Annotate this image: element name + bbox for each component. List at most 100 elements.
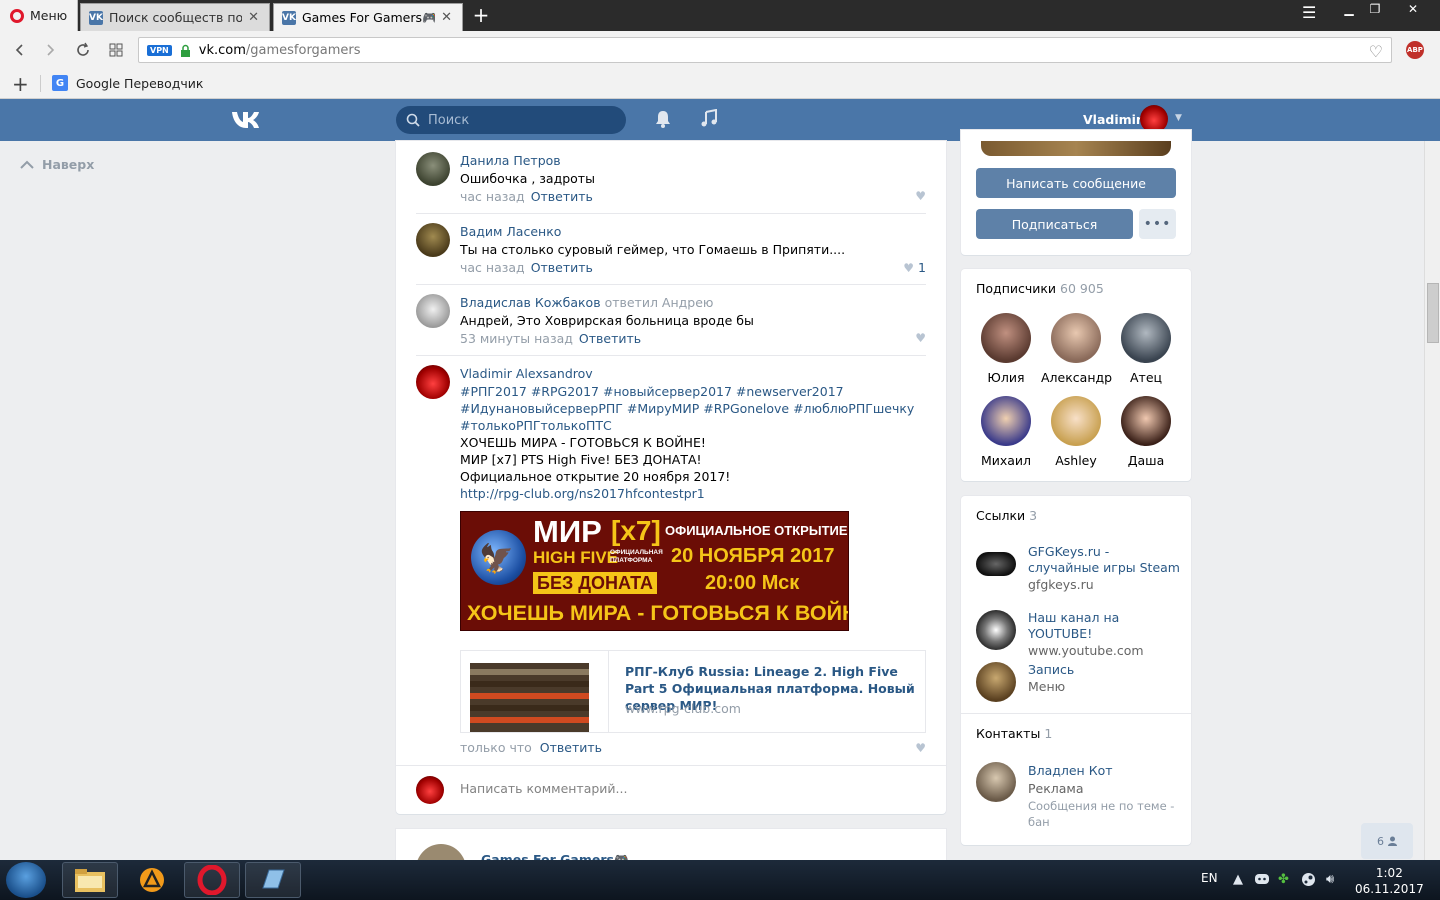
link-avatar[interactable] bbox=[976, 662, 1016, 702]
reply-link[interactable]: Ответить bbox=[531, 260, 593, 275]
show-hidden-icons-icon[interactable]: ▲ bbox=[1233, 872, 1243, 887]
like-button[interactable]: ♥ bbox=[915, 189, 926, 203]
maximize-icon[interactable]: ❐ bbox=[1362, 0, 1388, 18]
minimize-icon[interactable]: ▁ bbox=[1336, 0, 1362, 18]
subscriber-avatar[interactable] bbox=[981, 313, 1031, 363]
close-tab-icon[interactable]: ✕ bbox=[441, 10, 452, 25]
opera-menu-button[interactable]: Меню bbox=[0, 0, 78, 31]
lock-icon[interactable] bbox=[180, 44, 191, 57]
subscriber-item[interactable]: Атец bbox=[1111, 313, 1181, 385]
tab-menu-icon[interactable]: ☰ bbox=[1302, 3, 1316, 22]
reply-link[interactable]: Ответить bbox=[540, 740, 602, 755]
link-item[interactable]: GFGKeys.ru - случайные игры Steam gfgkey… bbox=[976, 544, 1181, 594]
link-preview-card[interactable]: РПГ-Клуб Russia: Lineage 2. High Five Pa… bbox=[460, 650, 926, 733]
link-thumbnail[interactable] bbox=[461, 651, 609, 732]
subscriber-avatar[interactable] bbox=[1121, 313, 1171, 363]
scroll-to-top-button[interactable]: Наверх bbox=[20, 157, 94, 172]
adblock-icon[interactable]: ABP bbox=[1406, 41, 1424, 59]
subscriber-item[interactable]: Михаил bbox=[971, 396, 1041, 468]
back-icon[interactable] bbox=[10, 40, 30, 60]
subscriber-avatar[interactable] bbox=[1121, 396, 1171, 446]
vpn-badge[interactable]: VPN bbox=[147, 44, 172, 56]
windows-start-icon[interactable] bbox=[6, 862, 46, 898]
subscriber-name[interactable]: Даша bbox=[1111, 453, 1181, 468]
comment-time[interactable]: час назад bbox=[460, 260, 525, 275]
like-button[interactable]: ♥ bbox=[915, 331, 926, 345]
taskbar-explorer[interactable] bbox=[62, 862, 118, 898]
vk-search[interactable] bbox=[396, 106, 626, 134]
subscriber-item[interactable]: Ashley bbox=[1041, 396, 1111, 468]
online-friends-button[interactable]: 6 bbox=[1361, 823, 1413, 859]
link-item[interactable]: Запись Меню bbox=[976, 662, 1181, 702]
tab-community-search[interactable]: VK Поиск сообществ по зап ✕ bbox=[80, 3, 270, 31]
steam-icon[interactable] bbox=[1301, 872, 1316, 887]
link-title[interactable]: GFGKeys.ru - случайные игры Steam bbox=[1028, 544, 1181, 576]
discord-icon[interactable] bbox=[1254, 872, 1270, 885]
bookmark-google-translate[interactable]: G Google Переводчик bbox=[52, 75, 203, 91]
commenter-avatar[interactable] bbox=[416, 223, 450, 257]
subscriber-name[interactable]: Михаил bbox=[971, 453, 1041, 468]
promo-banner-image[interactable]: 🦅 МИР [x7] HIGH FIVE ОФИЦИАЛЬНАЯ ПЛАТФОР… bbox=[460, 511, 849, 631]
contact-avatar[interactable] bbox=[976, 762, 1016, 802]
send-message-button[interactable]: Написать сообщение bbox=[976, 168, 1176, 198]
comment-author[interactable]: Данила Петров bbox=[460, 152, 926, 170]
subscriber-avatar[interactable] bbox=[1051, 396, 1101, 446]
comment-time[interactable]: 53 минуты назад bbox=[460, 331, 573, 346]
subscriber-item[interactable]: Александр bbox=[1041, 313, 1112, 385]
reply-link[interactable]: Ответить bbox=[579, 331, 641, 346]
forward-icon[interactable] bbox=[40, 40, 60, 60]
commenter-avatar[interactable] bbox=[416, 294, 450, 328]
tab-games-for-gamers[interactable]: VK Games For Gamers🎮 ✕ bbox=[273, 3, 463, 31]
new-tab-button[interactable]: + bbox=[470, 3, 492, 27]
more-actions-button[interactable]: ••• bbox=[1139, 209, 1176, 239]
links-header[interactable]: Ссылки 3 bbox=[976, 508, 1037, 523]
hashtag-line[interactable]: #ИдунановыйсерверРПГ #МируМИР #RPGonelov… bbox=[460, 401, 914, 416]
header-user-name[interactable]: Vladimir bbox=[1083, 112, 1142, 127]
hashtag-line[interactable]: #толькоРПГтолькоПТС bbox=[460, 418, 612, 433]
taskbar-notepad[interactable] bbox=[245, 862, 301, 898]
link-title[interactable]: Запись bbox=[1028, 662, 1181, 678]
link-title[interactable]: Наш канал на YOUTUBE! bbox=[1028, 610, 1181, 642]
subscriber-name[interactable]: Атец bbox=[1111, 370, 1181, 385]
search-input[interactable] bbox=[428, 112, 618, 128]
contacts-header[interactable]: Контакты 1 bbox=[976, 726, 1052, 741]
contact-item[interactable]: Владлен Кот Реклама Сообщения не по теме… bbox=[976, 762, 1181, 830]
link-avatar[interactable] bbox=[976, 610, 1016, 650]
comment-author[interactable]: Владислав Кожбаков bbox=[460, 295, 601, 310]
subscribe-button[interactable]: Подписаться bbox=[976, 209, 1133, 239]
add-bookmark-icon[interactable]: + bbox=[12, 72, 29, 96]
bookmark-heart-icon[interactable]: ♡ bbox=[1369, 42, 1383, 61]
like-button[interactable]: ♥ bbox=[915, 741, 926, 755]
url-field[interactable]: VPN vk.com/gamesforgamers ♡ bbox=[138, 37, 1392, 63]
comment-author[interactable]: Vladimir Alexsandrov bbox=[460, 365, 926, 383]
volume-icon[interactable]: 🔊︎ bbox=[1326, 872, 1334, 887]
subscriber-name[interactable]: Александр bbox=[1041, 370, 1112, 385]
commenter-avatar[interactable] bbox=[416, 152, 450, 186]
comment-link[interactable]: http://rpg-club.org/ns2017hfcontestpr1 bbox=[460, 486, 705, 501]
link-avatar[interactable] bbox=[976, 552, 1016, 576]
language-indicator[interactable]: EN bbox=[1201, 871, 1218, 885]
community-cover-image[interactable] bbox=[981, 141, 1171, 156]
taskbar-opera[interactable] bbox=[184, 862, 240, 898]
speed-dial-icon[interactable] bbox=[106, 40, 126, 60]
notifications-bell-icon[interactable] bbox=[654, 109, 672, 129]
subscriber-avatar[interactable] bbox=[981, 396, 1031, 446]
comment-time[interactable]: только что bbox=[460, 740, 532, 755]
page-scrollbar[interactable] bbox=[1424, 141, 1440, 860]
subscriber-name[interactable]: Ashley bbox=[1041, 453, 1111, 468]
close-tab-icon[interactable]: ✕ bbox=[248, 10, 259, 25]
music-note-icon[interactable] bbox=[700, 109, 718, 129]
header-user-avatar[interactable] bbox=[1140, 105, 1168, 133]
close-window-icon[interactable]: ✕ bbox=[1388, 0, 1438, 18]
subscriber-item[interactable]: Даша bbox=[1111, 396, 1181, 468]
reload-icon[interactable] bbox=[73, 40, 93, 60]
chevron-down-icon[interactable]: ▼ bbox=[1175, 113, 1182, 123]
vk-logo-icon[interactable] bbox=[230, 109, 264, 131]
comment-input[interactable] bbox=[460, 781, 920, 796]
subscriber-avatar[interactable] bbox=[1051, 313, 1101, 363]
comment-author[interactable]: Вадим Ласенко bbox=[460, 223, 926, 241]
scrollbar-thumb[interactable] bbox=[1427, 283, 1439, 343]
like-button[interactable]: ♥ 1 bbox=[903, 260, 926, 275]
link-item[interactable]: Наш канал на YOUTUBE! www.youtube.com bbox=[976, 610, 1181, 660]
subscriber-item[interactable]: Юлия bbox=[971, 313, 1041, 385]
